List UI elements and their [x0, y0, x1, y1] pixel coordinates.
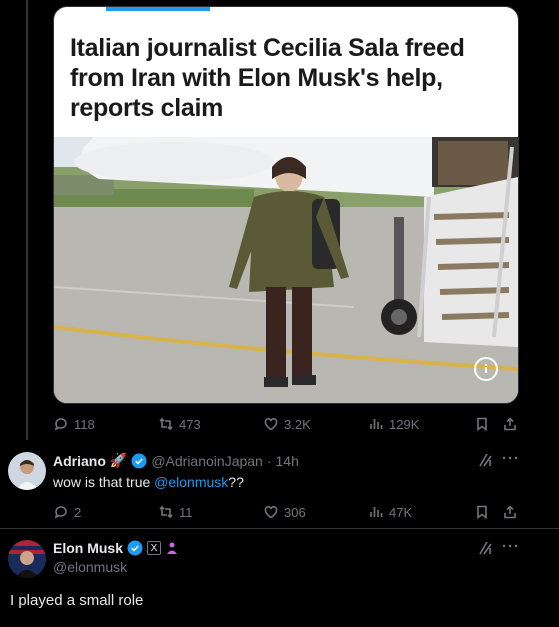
- repost-icon: [159, 417, 173, 431]
- focused-post-elon[interactable]: Elon Musk X @elonmusk ···: [0, 536, 559, 627]
- reply-button[interactable]: 2: [53, 502, 81, 522]
- share-button[interactable]: [502, 414, 518, 434]
- reply-text-before: wow is that true: [53, 474, 155, 490]
- reply-icon: [54, 418, 67, 431]
- views-count: 47K: [389, 504, 413, 520]
- mention-link[interactable]: @elonmusk: [154, 474, 228, 490]
- repost-button[interactable]: 11: [158, 502, 193, 522]
- heart-icon: [264, 506, 278, 519]
- handle[interactable]: @elonmusk: [53, 559, 127, 575]
- thread-line: [26, 0, 28, 440]
- x-affiliate-icon[interactable]: X: [147, 541, 162, 555]
- views-icon: [370, 507, 383, 517]
- rocket-emoji: 🚀: [109, 452, 128, 468]
- reply-button[interactable]: 118: [53, 414, 95, 434]
- bookmark-button[interactable]: [474, 414, 490, 434]
- reply-action-bar: 2 11 306 47K: [53, 502, 523, 522]
- views-icon: [370, 419, 383, 429]
- views-count: 129K: [389, 416, 420, 432]
- reply-icon: [54, 506, 67, 519]
- views-button[interactable]: 129K: [368, 414, 419, 434]
- repost-button[interactable]: 473: [158, 414, 201, 434]
- divider: [0, 528, 559, 529]
- repost-count: 11: [179, 504, 193, 520]
- reply-text-after: ??: [228, 474, 244, 490]
- avatar-adriano-image: [8, 452, 46, 490]
- reply-text: wow is that true @elonmusk??: [53, 474, 244, 490]
- info-icon[interactable]: i: [474, 357, 498, 381]
- like-count: 3.2K: [284, 416, 311, 432]
- heart-icon: [264, 418, 278, 431]
- share-icon: [504, 417, 516, 431]
- grok-icon[interactable]: [478, 452, 494, 468]
- avatar[interactable]: [8, 540, 46, 578]
- post-header: Elon Musk X: [53, 540, 179, 556]
- reply-count: 118: [74, 416, 95, 432]
- bookmark-icon: [477, 417, 487, 432]
- handle[interactable]: @AdrianoinJapan: [151, 453, 263, 469]
- views-button[interactable]: 47K: [368, 502, 412, 522]
- verified-badge-icon: [127, 540, 143, 556]
- timestamp[interactable]: 14h: [276, 453, 299, 469]
- reply-post-adriano[interactable]: Adriano 🚀 @AdrianoinJapan · 14h wow is t…: [0, 448, 559, 534]
- grok-icon[interactable]: [478, 540, 494, 556]
- like-count: 306: [284, 504, 306, 520]
- avatar[interactable]: [8, 452, 46, 490]
- display-name[interactable]: Adriano: [53, 453, 106, 469]
- avatar-elon-image: [8, 540, 46, 578]
- like-button[interactable]: 3.2K: [263, 414, 311, 434]
- news-photo: [54, 137, 518, 403]
- repost-icon: [159, 505, 173, 519]
- repost-count: 473: [179, 416, 201, 432]
- share-icon: [504, 505, 516, 519]
- people-icon: [167, 542, 178, 554]
- share-button[interactable]: [502, 502, 518, 522]
- reply-header: Adriano 🚀 @AdrianoinJapan · 14h: [53, 452, 299, 469]
- card-headline: Italian journalist Cecilia Sala freed fr…: [70, 34, 465, 122]
- reply-count: 2: [74, 504, 82, 520]
- more-icon[interactable]: ···: [502, 450, 520, 467]
- display-name[interactable]: Elon Musk: [53, 540, 123, 556]
- more-icon[interactable]: ···: [502, 538, 520, 555]
- like-button[interactable]: 306: [263, 502, 306, 522]
- verified-badge-icon: [131, 453, 147, 468]
- separator-dot: ·: [266, 452, 272, 469]
- bookmark-button[interactable]: [474, 502, 490, 522]
- media-card[interactable]: Italian journalist Cecilia Sala freed fr…: [53, 6, 519, 404]
- post-text: I played a small role: [10, 592, 144, 609]
- bookmark-icon: [477, 505, 487, 520]
- post-action-bar: 118 473 3.2K 129K: [53, 414, 523, 434]
- card-accent-bar: [106, 7, 210, 11]
